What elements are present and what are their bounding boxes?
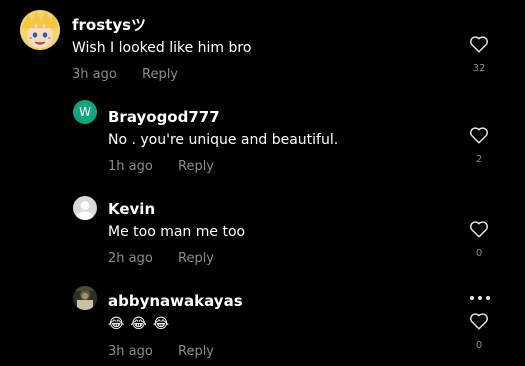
- comment-username[interactable]: abbynawakayas: [108, 292, 243, 310]
- heart-icon: [470, 36, 488, 53]
- photo-avatar-icon: [73, 286, 97, 310]
- like-button[interactable]: 2: [467, 126, 491, 165]
- like-count: 0: [475, 340, 483, 351]
- comment-item: W Brayogod777 No . you're unique and bea…: [0, 92, 525, 184]
- reply-button[interactable]: Reply: [142, 67, 178, 82]
- dot: [486, 296, 490, 300]
- more-options-icon[interactable]: [467, 293, 493, 303]
- comment-text: Wish I looked like him bro: [72, 40, 252, 56]
- comment-item: abbynawakayas 😂 😂 😂 3h ago Reply 0: [0, 276, 525, 366]
- avatar[interactable]: [73, 196, 97, 220]
- comment-username[interactable]: Brayogod777: [108, 108, 220, 126]
- comment-username[interactable]: Kevin: [108, 200, 155, 218]
- comment-text: No . you're unique and beautiful.: [108, 132, 339, 148]
- avatar[interactable]: [73, 286, 97, 310]
- comment-meta: 1h ago Reply: [108, 159, 214, 174]
- dot: [478, 296, 482, 300]
- reply-button[interactable]: Reply: [178, 159, 214, 174]
- like-count: 0: [475, 248, 483, 259]
- avatar[interactable]: [20, 10, 60, 50]
- reply-button[interactable]: Reply: [178, 251, 214, 266]
- comment-time: 1h ago: [108, 159, 153, 174]
- comment-meta: 2h ago Reply: [108, 251, 214, 266]
- like-button[interactable]: 32: [467, 35, 491, 74]
- comment-username[interactable]: frostysツ: [72, 14, 146, 35]
- anime-character-avatar-icon: [20, 10, 60, 50]
- dot: [470, 296, 474, 300]
- heart-icon: [470, 313, 488, 330]
- letter-avatar-icon: W: [79, 105, 91, 119]
- tears-of-joy-emoji: 😂: [108, 316, 125, 332]
- heart-icon: [470, 221, 488, 238]
- comment-time: 3h ago: [72, 67, 117, 82]
- like-count: 32: [472, 63, 486, 74]
- like-button[interactable]: 0: [467, 312, 491, 351]
- comment-text: 😂 😂 😂: [108, 316, 175, 332]
- comment-text: Me too man me too: [108, 224, 246, 240]
- default-person-avatar-icon: [76, 201, 94, 220]
- comment-meta: 3h ago Reply: [72, 67, 178, 82]
- reply-button[interactable]: Reply: [178, 344, 214, 359]
- comment-item: frostysツ Wish I looked like him bro 3h a…: [0, 0, 525, 92]
- like-count: 2: [475, 154, 483, 165]
- comment-item: Kevin Me too man me too 2h ago Reply 0: [0, 184, 525, 276]
- avatar[interactable]: W: [73, 100, 97, 124]
- comment-time: 3h ago: [108, 344, 153, 359]
- heart-icon: [470, 127, 488, 144]
- comment-time: 2h ago: [108, 251, 153, 266]
- like-button[interactable]: 0: [467, 220, 491, 259]
- comment-meta: 3h ago Reply: [108, 344, 214, 359]
- tears-of-joy-emoji: 😂: [152, 316, 170, 332]
- tears-of-joy-emoji: 😂: [130, 316, 147, 332]
